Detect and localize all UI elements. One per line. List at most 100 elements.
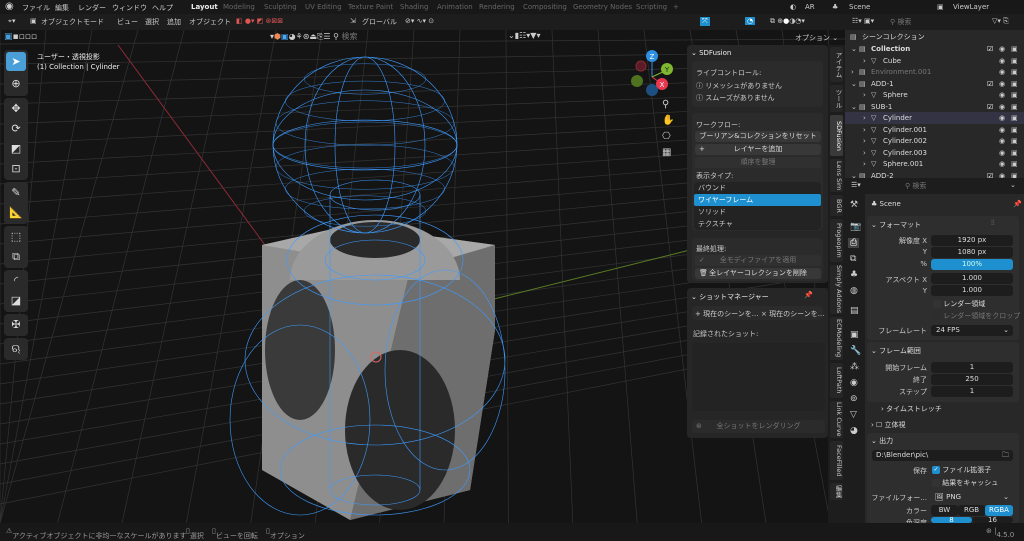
add-workspace-button[interactable]: + [673,3,679,11]
sidebar-tab[interactable]: ECModeling [830,317,843,360]
menu-window[interactable]: ウィンドウ [112,3,147,13]
scene-selector[interactable]: Scene [849,3,870,11]
blender-logo-icon[interactable]: ◉ [5,1,14,12]
world-tab-icon[interactable]: ◍ [850,286,858,296]
outliner-row[interactable]: › ▽ Cube ◉ ▣ [845,55,1024,67]
shot-manager-header[interactable]: ⌄ ショットマネージャー [691,292,769,302]
outliner-search[interactable]: ⚲ 検索 [890,17,911,27]
object-tab-icon[interactable]: ▣ [850,330,859,340]
scale-tool[interactable]: ◩ [6,139,26,158]
add-cube-tool[interactable]: ⬚ [6,227,26,246]
inset-tool[interactable]: ◪ [6,291,26,310]
viewport-filter-icons[interactable]: ▾⬢▣◕⚘⊛⏏⎘☰ ⚲ 検索 [270,31,358,42]
recorded-shots-list[interactable] [692,343,825,411]
render-all-shots-button[interactable]: ⊛ 全ショットをレンダリング [692,420,825,433]
menu-edit[interactable]: 編集 [55,3,69,13]
menu-add[interactable]: 追加 [167,17,181,27]
color-rgba-option[interactable]: RGBA [985,505,1013,516]
render-region-checkbox[interactable]: レンダー領域 [933,299,985,309]
aspect-y-field[interactable]: 1.000 [931,285,1013,296]
res-x-field[interactable]: 1920 px [931,235,1013,246]
zoom-icon[interactable]: ⚲ [662,97,674,113]
sidebar-tab[interactable]: Lens Sim [830,159,843,192]
sdfusion-panel-header[interactable]: ⌄ SDFusion [691,49,731,57]
file-extension-checkbox[interactable]: ✓ ファイル拡張子 [932,465,991,475]
sidebar-tab[interactable]: ツール [830,85,843,112]
outliner-row[interactable]: ⌄ ▤ ADD-1 ☑ ◉ ▣ [845,78,1024,90]
start-frame-field[interactable]: 1 [931,362,1013,373]
outliner-row[interactable]: › ▽ Cylinder.002 ◉ ▣ [845,135,1024,147]
outliner-row[interactable]: › ▽ Cylinder.001 ◉ ▣ [845,124,1024,136]
menu-help[interactable]: ヘルプ [152,3,173,13]
file-format-dropdown[interactable]: 🖼 PNG ⌄ [931,492,1013,503]
menu-object[interactable]: オブジェクト [189,17,231,27]
measure-tool[interactable]: 📐 [6,203,26,222]
select-box-tool[interactable]: ➤ [6,52,26,71]
tab-layout[interactable]: Layout [191,3,218,11]
menu-file[interactable]: ファイル [22,3,50,13]
apply-modifiers-button[interactable]: ✓ 全モディファイアを適用 [695,255,821,266]
tab-animation[interactable]: Animation [437,3,473,11]
tab-shading[interactable]: Shading [400,3,428,11]
add-object-tool[interactable]: ⧉ [6,247,26,266]
outliner-row[interactable]: › ▽ Cylinder ◉ ▣ [845,112,1024,124]
modifier-tab-icon[interactable]: 🔧 [850,346,861,356]
sidebar-tab[interactable]: Progeopim [830,219,843,262]
sidebar-tab[interactable]: FaceFilled [830,441,843,480]
display-type-texture[interactable]: テクスチャ [694,218,821,230]
transform-pivot-icon[interactable]: ◧ ●▾ ◩ ⊛⊠⊠ [236,17,283,25]
aspect-x-field[interactable]: 1.000 [931,273,1013,284]
sidebar-tab[interactable]: SDFusion [830,115,843,156]
step-field[interactable]: 1 [931,386,1013,397]
cache-result-checkbox[interactable]: 結果をキャッシュ [932,478,998,488]
editor-type-icon[interactable]: ☰▾ [851,181,861,189]
menu-select[interactable]: 選択 [145,17,159,27]
add-layer-button[interactable]: + レイヤーを追加 [695,144,821,155]
orientation-dropdown[interactable]: グローバル [362,17,397,27]
outliner-row[interactable]: › ▽ Cylinder.003 ◉ ▣ [845,147,1024,159]
sidebar-tab[interactable]: LoftPath [830,363,843,398]
view-layer-tab-icon[interactable]: ⧉ [850,254,856,264]
crop-region-checkbox[interactable]: レンダー領域をクロップ [933,311,1020,321]
scene-tab-icon[interactable]: ♣ [850,270,858,280]
outliner-row[interactable]: ⌄ ▤ SUB-1 ☑ ◉ ▣ [845,101,1024,113]
addon-tool-1[interactable]: ✠ [6,315,26,334]
transform-tool[interactable]: ⊡ [6,159,26,178]
frame-range-header[interactable]: ⌄ フレーム範囲 [871,346,921,356]
tab-uv-editing[interactable]: UV Editing [305,3,342,11]
tab-rendering[interactable]: Rendering [479,3,515,11]
data-tab-icon[interactable]: ▽ [850,410,857,420]
annotate-tool[interactable]: ✎ [6,183,26,202]
outliner-row[interactable]: ⌄ ▤ Collection ☑ ◉ ▣ [845,43,1024,55]
dropdown-icon[interactable]: ⌄ [1010,181,1016,189]
sidebar-tab[interactable]: Simply Addons [830,265,843,314]
output-tab-icon[interactable]: ⎙ [848,238,860,248]
pin-icon[interactable]: 📌 [1013,200,1022,208]
tab-compositing[interactable]: Compositing [523,3,567,11]
remove-shot-button[interactable]: × 現在のシーンを... [761,309,824,319]
format-panel-header[interactable]: ⌄ フォーマット [871,220,921,230]
display-type-solid[interactable]: ソリッド [694,206,821,218]
tab-modeling[interactable]: Modeling [223,3,255,11]
view-filter-icons[interactable]: ⌄▮☷▾▼▾ [508,31,540,40]
overlay-toggle-icon[interactable]: ◔ [745,17,756,25]
rotate-tool[interactable]: ⟳ [6,119,26,138]
editor-type-icon[interactable]: ⌖▾ [8,17,15,26]
options-dropdown[interactable]: オプション ⌄ [795,33,838,43]
tool-tab-icon[interactable]: ⚒ [850,200,858,210]
ortho-grid-icon[interactable]: ▦ [662,145,674,161]
scene-collection-row[interactable]: ▤ シーンコレクション [845,31,1024,43]
reset-boolean-button[interactable]: ブーリアン&コレクションをリセット [695,131,821,142]
menu-render[interactable]: レンダー [78,3,106,13]
properties-search[interactable]: ⚲ 検索 [905,181,926,191]
tab-geometry-nodes[interactable]: Geometry Nodes [573,3,632,11]
display-type-bounds[interactable]: バウンド [694,182,821,194]
render-tab-icon[interactable]: 📷 [850,222,861,232]
snap-proportional-icons[interactable]: ⊘▾ ∿▾ ⊙ [405,17,434,25]
collection-tab-icon[interactable]: ▤ [850,306,859,316]
sidebar-tab[interactable]: Link Curve [830,401,843,438]
display-type-wireframe[interactable]: ワイヤーフレーム [694,194,821,206]
constraints-tab-icon[interactable]: ⊚ [850,394,858,404]
tab-scripting[interactable]: Scripting [636,3,667,11]
outliner-row[interactable]: › ▽ Sphere ◉ ▣ [845,89,1024,101]
